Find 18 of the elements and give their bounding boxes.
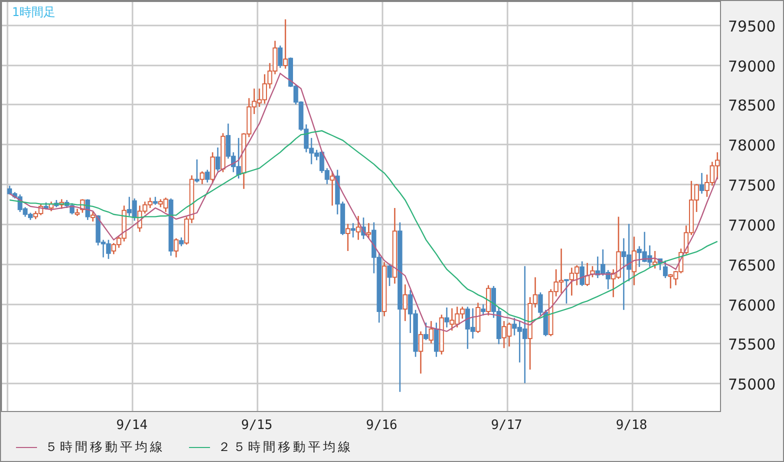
axis-label: 76500 <box>728 256 776 274</box>
axis-label: 9/16 <box>366 418 398 433</box>
axis-label: 78500 <box>728 96 776 114</box>
axis-label: 78000 <box>728 136 776 154</box>
axis-label: 77000 <box>728 216 776 234</box>
axis-label: 9/15 <box>241 418 272 433</box>
axis-label: 75500 <box>728 336 776 354</box>
axis-label: 77500 <box>728 176 776 194</box>
axis-label: 9/14 <box>116 418 148 433</box>
axis-label: 79500 <box>728 18 776 36</box>
axis-label: 76000 <box>728 296 776 314</box>
legend-label: ２５時間移動平均線 <box>218 438 353 456</box>
axis-label: 75000 <box>728 376 776 394</box>
axis-label: 9/17 <box>490 418 522 433</box>
axis-label: 9/18 <box>616 418 648 433</box>
chart-title: 1時間足 <box>12 5 56 19</box>
legend-label: ５時間移動平均線 <box>45 438 165 456</box>
axis-label: 79000 <box>728 58 776 76</box>
